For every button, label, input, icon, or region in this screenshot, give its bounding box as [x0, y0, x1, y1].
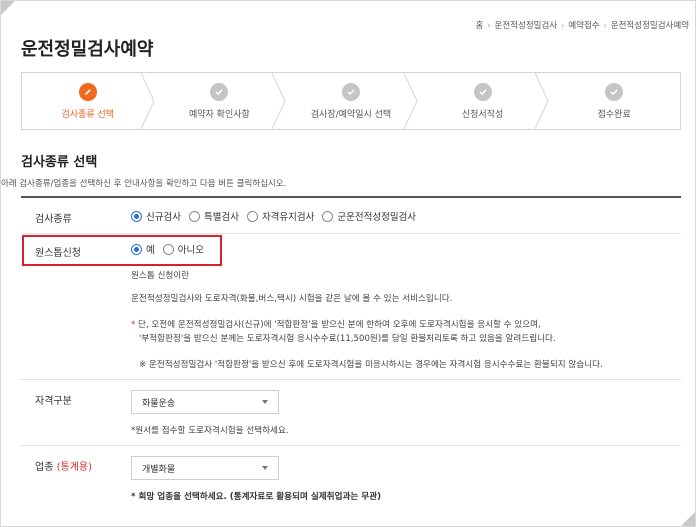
chevron-down-icon	[262, 466, 268, 470]
radio-label: 군운전적성정밀검사	[337, 212, 417, 223]
note-star: *	[131, 320, 136, 330]
step-label: 검사종류 선택	[61, 109, 115, 120]
license-help: *원서를 접수할 도로자격시험을 선택하세요.	[131, 426, 289, 436]
exam-type-label: 검사종류	[35, 214, 72, 225]
step-arrow	[535, 73, 549, 129]
breadcrumb-item-home[interactable]: 홈	[476, 19, 484, 31]
step-select-site-datetime: 검사장/예약일시 선택	[285, 73, 418, 129]
radio-label: 자격유지검사	[261, 212, 315, 223]
breadcrumb-item-current: 운전적성정밀검사예약	[610, 21, 689, 31]
page-title: 운전정밀검사예약	[21, 39, 154, 60]
form-row-industry: 업종 (통계용) 개별화물 * 희망 업종을 선택하세요. (통계자료로 활용되…	[21, 446, 681, 512]
radio-label: 특별검사	[203, 212, 239, 223]
industry-label-text: 업종	[35, 462, 54, 473]
radio-exam-qualification[interactable]: 자격유지검사	[246, 209, 315, 223]
note-text: 단, 오전에 운전적성정밀검사(신규)에 '적합판정'을 받으신 분에 한하여 …	[138, 320, 541, 330]
check-icon	[341, 82, 360, 101]
section-title: 검사종류 선택	[21, 155, 98, 170]
step-arrow	[140, 73, 155, 129]
radio-label: 신규검사	[146, 212, 181, 223]
onestop-highlight-box	[22, 235, 222, 266]
section-description: 아래 검사종류/업종을 선택하신 후 안내사항을 확인하고 다음 버튼 클릭하십…	[1, 179, 287, 189]
license-label: 자격구분	[35, 396, 72, 407]
onestop-note-line1: * 단, 오전에 운전적성정밀검사(신규)에 '적합판정'을 받으신 분에 한하…	[131, 318, 541, 330]
page-corner-decoration	[1, 1, 15, 15]
page: 홈 › 운전적성정밀검사 › 예약접수 › 운전적성정밀검사예약 운전정밀검사예…	[0, 0, 696, 527]
industry-select[interactable]: 개별화물	[131, 456, 279, 480]
step-label: 신청서작성	[461, 109, 504, 120]
form-row-exam-type: 검사종류 신규검사 특별검사 자격유지검사 군운전적성정밀검사	[21, 198, 681, 234]
radio-exam-military[interactable]: 군운전적성정밀검사	[322, 209, 416, 223]
chevron-down-icon	[262, 400, 268, 404]
step-progress: 검사종류 선택 예약자 확인사항 검사장/예약일시 선택 신청서작성 접수완료	[21, 72, 681, 130]
radio-dot[interactable]	[246, 210, 258, 222]
license-select-value: 화물운송	[142, 398, 176, 409]
step-label: 접수완료	[597, 109, 631, 120]
onestop-note-line2: '부적합판정'을 받으신 분께는 도로자격시험 응시수수료(11,500원)를 …	[139, 334, 556, 344]
radio-dot[interactable]	[322, 210, 334, 222]
chevron-right-icon: ›	[561, 20, 565, 30]
step-complete: 접수완료	[548, 73, 680, 129]
pencil-icon	[78, 82, 97, 101]
exam-type-radio-group: 신규검사 특별검사 자격유지검사 군운전적성정밀검사	[131, 209, 416, 223]
industry-help: * 희망 업종을 선택하세요. (통계자료로 활용되며 실제취업과는 무관)	[131, 492, 382, 502]
radio-exam-special[interactable]: 특별검사	[188, 209, 239, 223]
check-icon	[473, 82, 492, 101]
step-application-form: 신청서작성	[417, 73, 549, 129]
onestop-info-title: 원스톱 신청이란	[131, 271, 190, 281]
step-arrow	[272, 73, 286, 129]
check-icon	[210, 82, 229, 101]
chevron-right-icon: ›	[603, 20, 607, 30]
chevron-right-icon: ›	[487, 20, 491, 30]
industry-label: 업종 (통계용)	[35, 458, 92, 473]
step-reserver-check: 예약자 확인사항	[154, 73, 286, 129]
onestop-info-desc: 운전적성정밀검사와 도로자격(화물,버스,택시) 시험을 같은 날에 볼 수 있…	[131, 294, 453, 304]
radio-dot[interactable]	[188, 210, 200, 222]
breadcrumb: 홈 › 운전적성정밀검사 › 예약접수 › 운전적성정밀검사예약	[476, 19, 689, 32]
industry-select-value: 개별화물	[142, 464, 176, 475]
step-label: 예약자 확인사항	[188, 109, 250, 120]
breadcrumb-item[interactable]: 예약접수	[568, 19, 599, 31]
industry-label-accent: (통계용)	[56, 462, 92, 473]
radio-dot[interactable]	[131, 210, 142, 222]
step-label: 검사장/예약일시 선택	[310, 109, 392, 120]
check-icon	[605, 82, 624, 101]
radio-exam-new[interactable]: 신규검사	[131, 209, 181, 223]
exam-form: 검사종류 신규검사 특별검사 자격유지검사 군운전적성정밀검사 원스톱신청 예 …	[21, 196, 681, 516]
step-arrow	[403, 73, 418, 129]
license-select[interactable]: 화물운송	[131, 390, 279, 414]
breadcrumb-item[interactable]: 운전적성정밀검사	[495, 19, 558, 31]
onestop-note-line3: ※ 운전적성정밀검사 '적합판정'을 받으신 후에 도로자격시험을 미응시하시는…	[139, 360, 603, 370]
step-select-exam-type: 검사종류 선택	[22, 73, 155, 129]
form-row-license: 자격구분 화물운송 *원서를 접수할 도로자격시험을 선택하세요.	[21, 380, 681, 446]
page-corner-decoration	[681, 512, 695, 526]
